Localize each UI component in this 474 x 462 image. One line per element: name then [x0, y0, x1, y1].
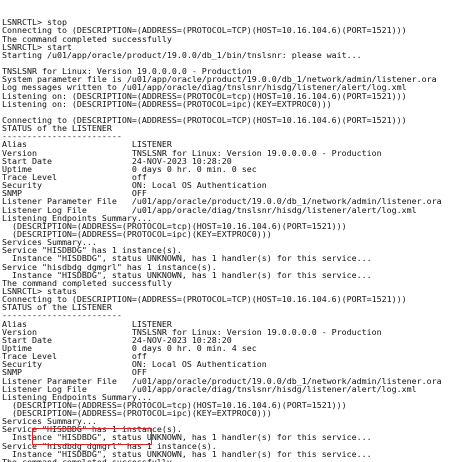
- terminal-line-text: The command completed successfully: [2, 456, 172, 462]
- terminal-line: Starting /u01/app/oracle/product/19.0.0/…: [2, 51, 474, 59]
- terminal-line: Listening on: (DESCRIPTION=(ADDRESS=(PRO…: [2, 100, 474, 108]
- terminal-lines: LSNRCTL> stop Connecting to (DESCRIPTION=…: [2, 18, 474, 462]
- terminal-output[interactable]: LSNRCTL> stop Connecting to (DESCRIPTION=…: [0, 0, 474, 462]
- terminal-line: The command completed successfully: [2, 34, 474, 42]
- terminal-line-text: Listening on: (DESCRIPTION=(ADDRESS=(PRO…: [2, 98, 332, 109]
- terminal-line-text: Starting /u01/app/oracle/product/19.0.0/…: [2, 49, 362, 60]
